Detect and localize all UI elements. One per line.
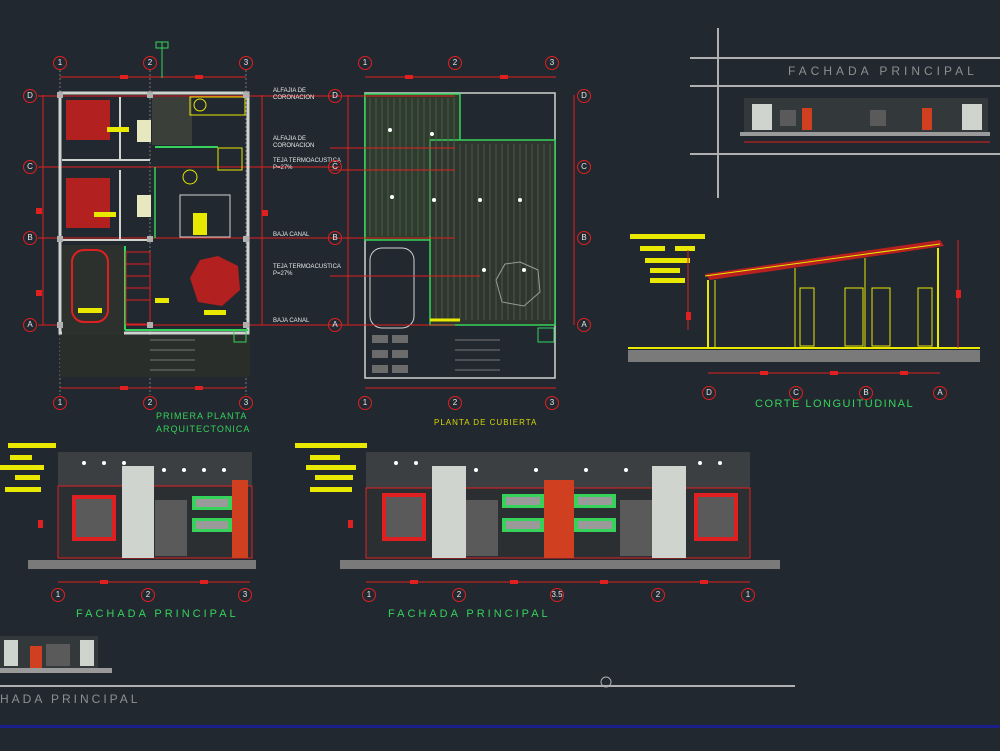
- note-alfajia-2: ALFAJIA DE CORONACION: [273, 136, 315, 149]
- grid-bubble-C-left: C: [23, 160, 37, 174]
- facade2-grid-2a: 2: [452, 588, 466, 602]
- note-baja-canal-1: BAJA CANAL: [273, 232, 310, 238]
- roof-grid-1-top: 1: [358, 56, 372, 70]
- roof-grid-1-bottom: 1: [358, 396, 372, 410]
- facade2-grid-1a: 1: [362, 588, 376, 602]
- roof-grid-D-right: D: [577, 89, 591, 103]
- grid-bubble-1-bottom: 1: [53, 396, 67, 410]
- grid-bubble-C-mid: C: [328, 160, 342, 174]
- grid-bubble-2-top: 2: [143, 56, 157, 70]
- facade-title-2: FACHADA PRINCIPAL: [388, 608, 551, 620]
- facade1-grid-1: 1: [51, 588, 65, 602]
- grid-bubble-3-bottom: 3: [239, 396, 253, 410]
- note-teja-2: TEJA TERMOACUSTICA P=27%: [273, 264, 341, 277]
- facade-title-top: FACHADA PRINCIPAL: [788, 64, 978, 78]
- roof-grid-2-top: 2: [448, 56, 462, 70]
- facade-top-right: [690, 28, 1000, 198]
- facade1-grid-2: 2: [141, 588, 155, 602]
- roof-grid-C-right: C: [577, 160, 591, 174]
- facade-title-partial: HADA PRINCIPAL: [0, 692, 141, 706]
- section-grid-B: B: [859, 386, 873, 400]
- grid-bubble-2-bottom: 2: [143, 396, 157, 410]
- section-title: CORTE LONGUITUDINAL: [755, 398, 915, 410]
- facade-1: [0, 443, 256, 584]
- roof-grid-A-right: A: [577, 318, 591, 332]
- grid-bubble-D-left: D: [23, 89, 37, 103]
- plan-title: PRIMERA PLANTA ARQUITECTONICA: [156, 411, 251, 434]
- facade2-grid-2b: 2: [651, 588, 665, 602]
- facade-2: [295, 443, 780, 584]
- facade1-grid-3: 3: [238, 588, 252, 602]
- roof-grid-2-bottom: 2: [448, 396, 462, 410]
- note-baja-canal-2: BAJA CANAL: [273, 318, 310, 324]
- note-alfajia-1: ALFAJIA DE CORONACION: [273, 88, 315, 101]
- facade2-grid-1b: 1: [741, 588, 755, 602]
- longitudinal-section: [628, 234, 980, 375]
- grid-bubble-B-mid: B: [328, 231, 342, 245]
- grid-bubble-3-top: 3: [239, 56, 253, 70]
- section-grid-A: A: [933, 386, 947, 400]
- facade2-grid-3-5: 3.5: [550, 588, 564, 602]
- cad-drawing-canvas[interactable]: PRIMERA PLANTA ARQUITECTONICA PLANTA DE …: [0, 0, 1000, 751]
- roof-grid-B-right: B: [577, 231, 591, 245]
- section-grid-C: C: [789, 386, 803, 400]
- grid-bubble-A-mid: A: [328, 318, 342, 332]
- grid-bubble-1-top: 1: [53, 56, 67, 70]
- grid-bubble-A-left: A: [23, 318, 37, 332]
- grid-bubble-D-mid: D: [328, 89, 342, 103]
- facade-title-1: FACHADA PRINCIPAL: [76, 608, 239, 620]
- roof-grid-3-top: 3: [545, 56, 559, 70]
- roof-title: PLANTA DE CUBIERTA: [434, 418, 538, 427]
- command-line-separator: [0, 725, 1000, 728]
- roof-grid-3-bottom: 3: [545, 396, 559, 410]
- drawing-svg: [0, 28, 1000, 688]
- section-grid-D: D: [702, 386, 716, 400]
- grid-bubble-B-left: B: [23, 231, 37, 245]
- roof-plan: [330, 75, 575, 389]
- facade-3-partial: [0, 636, 795, 688]
